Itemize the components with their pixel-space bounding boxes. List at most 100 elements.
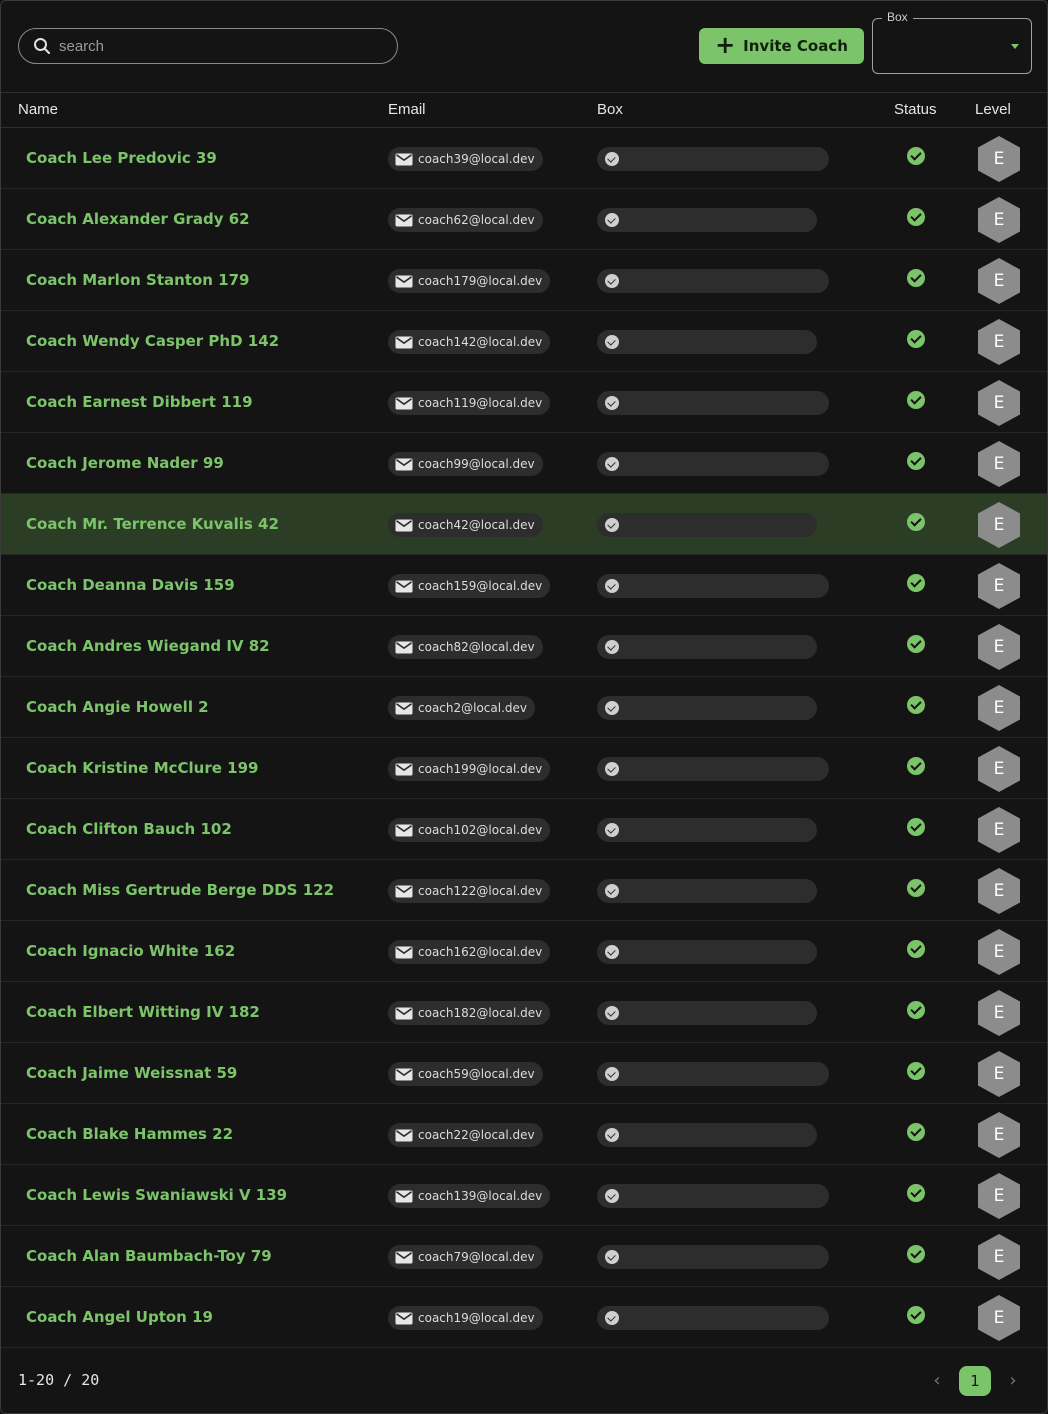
coach-name-link[interactable]: Coach Ignacio White 162 [26,942,235,960]
coach-name-link[interactable]: Coach Alan Baumbach-Toy 79 [26,1247,272,1265]
table-row[interactable]: Coach Jerome Nader 99 coach99@local.dev E [1,433,1047,494]
coach-name-link[interactable]: Coach Lewis Swaniawski V 139 [26,1186,287,1204]
search-input[interactable] [59,37,359,55]
box-chip[interactable] [597,147,829,171]
box-chip[interactable] [597,1062,829,1086]
mail-icon [395,1007,413,1020]
coach-name-link[interactable]: Coach Kristine McClure 199 [26,759,258,777]
table-row[interactable]: Coach Blake Hammes 22 coach22@local.dev E [1,1104,1047,1165]
box-chip[interactable] [597,1123,817,1147]
coach-name-link[interactable]: Coach Wendy Casper PhD 142 [26,332,279,350]
box-chip[interactable] [597,635,817,659]
table-row[interactable]: Coach Lee Predovic 39 coach39@local.dev E [1,128,1047,189]
table-row[interactable]: Coach Mr. Terrence Kuvalis 42 coach42@loc… [1,494,1047,555]
box-chip[interactable] [597,818,817,842]
box-chip[interactable] [597,208,817,232]
box-chip[interactable] [597,1001,817,1025]
coach-name-link[interactable]: Coach Alexander Grady 62 [26,210,250,228]
email-chip[interactable]: coach139@local.dev [388,1184,551,1208]
box-chip[interactable] [597,452,829,476]
box-chip[interactable] [597,513,817,537]
email-chip[interactable]: coach2@local.dev [388,696,536,720]
level-badge: E [977,1111,1021,1159]
email-chip[interactable]: coach99@local.dev [388,452,543,476]
email-chip[interactable]: coach122@local.dev [388,879,551,903]
coach-name-link[interactable]: Coach Deanna Davis 159 [26,576,235,594]
box-chip[interactable] [597,696,817,720]
table-row[interactable]: Coach Deanna Davis 159 coach159@local.dev… [1,555,1047,616]
table-row[interactable]: Coach Ignacio White 162 coach162@local.de… [1,921,1047,982]
email-chip[interactable]: coach162@local.dev [388,940,551,964]
coach-name-link[interactable]: Coach Earnest Dibbert 119 [26,393,253,411]
coach-name-link[interactable]: Coach Angie Howell 2 [26,698,209,716]
mail-icon [395,763,413,776]
email-chip[interactable]: coach102@local.dev [388,818,551,842]
box-filter-select[interactable]: Box [872,10,1032,74]
coach-name-link[interactable]: Coach Jaime Weissnat 59 [26,1064,237,1082]
email-chip[interactable]: coach59@local.dev [388,1062,543,1086]
table-row[interactable]: Coach Jaime Weissnat 59 coach59@local.dev… [1,1043,1047,1104]
table-row[interactable]: Coach Andres Wiegand IV 82 coach82@local.… [1,616,1047,677]
coach-name-link[interactable]: Coach Blake Hammes 22 [26,1125,233,1143]
email-chip[interactable]: coach199@local.dev [388,757,551,781]
box-chip[interactable] [597,757,829,781]
coach-name-link[interactable]: Coach Andres Wiegand IV 82 [26,637,270,655]
box-chip[interactable] [597,574,829,598]
coach-name-link[interactable]: Coach Angel Upton 19 [26,1308,213,1326]
coach-name-link[interactable]: Coach Miss Gertrude Berge DDS 122 [26,881,334,899]
chevron-right-icon[interactable]: › [1003,1370,1023,1392]
page-button-current[interactable]: 1 [959,1366,991,1396]
box-chip[interactable] [597,940,817,964]
status-active-icon [907,1245,925,1263]
column-header-email[interactable]: Email [388,101,426,118]
box-chip[interactable] [597,269,829,293]
table-row[interactable]: Coach Angel Upton 19 coach19@local.dev E [1,1287,1047,1348]
email-text: coach179@local.dev [418,274,543,288]
search-box[interactable] [18,28,398,64]
coach-name-link[interactable]: Coach Marlon Stanton 179 [26,271,249,289]
table-row[interactable]: Coach Kristine McClure 199 coach199@local… [1,738,1047,799]
table-row[interactable]: Coach Clifton Bauch 102 coach102@local.de… [1,799,1047,860]
invite-coach-button[interactable]: + Invite Coach [699,28,864,64]
column-header-status[interactable]: Status [894,101,937,118]
email-chip[interactable]: coach82@local.dev [388,635,543,659]
coach-name-link[interactable]: Coach Clifton Bauch 102 [26,820,232,838]
email-chip[interactable]: coach159@local.dev [388,574,551,598]
email-chip[interactable]: coach142@local.dev [388,330,551,354]
mail-icon [395,1190,413,1203]
email-chip[interactable]: coach42@local.dev [388,513,543,537]
box-chip[interactable] [597,1245,829,1269]
table-row[interactable]: Coach Lewis Swaniawski V 139 coach139@loc… [1,1165,1047,1226]
table-row[interactable]: Coach Earnest Dibbert 119 coach119@local.… [1,372,1047,433]
box-chip[interactable] [597,1184,829,1208]
email-chip[interactable]: coach62@local.dev [388,208,543,232]
coach-name-link[interactable]: Coach Lee Predovic 39 [26,149,217,167]
column-header-name[interactable]: Name [18,101,58,118]
coach-name-link[interactable]: Coach Jerome Nader 99 [26,454,224,472]
email-chip[interactable]: coach119@local.dev [388,391,551,415]
column-header-level[interactable]: Level [975,101,1011,118]
coach-name-link[interactable]: Coach Elbert Witting IV 182 [26,1003,260,1021]
table-row[interactable]: Coach Miss Gertrude Berge DDS 122 coach12… [1,860,1047,921]
email-chip[interactable]: coach79@local.dev [388,1245,543,1269]
table-row[interactable]: Coach Elbert Witting IV 182 coach182@loca… [1,982,1047,1043]
chevron-left-icon[interactable]: ‹ [927,1370,947,1392]
table-row[interactable]: Coach Marlon Stanton 179 coach179@local.d… [1,250,1047,311]
email-chip[interactable]: coach19@local.dev [388,1306,543,1330]
box-chip[interactable] [597,391,829,415]
email-chip[interactable]: coach179@local.dev [388,269,551,293]
box-chip[interactable] [597,879,817,903]
mail-icon [395,519,413,532]
box-chip[interactable] [597,1306,829,1330]
table-row[interactable]: Coach Wendy Casper PhD 142 coach142@local… [1,311,1047,372]
email-chip[interactable]: coach182@local.dev [388,1001,551,1025]
status-active-icon [907,208,925,226]
table-row[interactable]: Coach Alexander Grady 62 coach62@local.de… [1,189,1047,250]
table-row[interactable]: Coach Angie Howell 2 coach2@local.dev E [1,677,1047,738]
coach-name-link[interactable]: Coach Mr. Terrence Kuvalis 42 [26,515,279,533]
email-chip[interactable]: coach39@local.dev [388,147,543,171]
column-header-box[interactable]: Box [597,101,623,118]
email-chip[interactable]: coach22@local.dev [388,1123,543,1147]
box-chip[interactable] [597,330,817,354]
table-row[interactable]: Coach Alan Baumbach-Toy 79 coach79@local.… [1,1226,1047,1287]
